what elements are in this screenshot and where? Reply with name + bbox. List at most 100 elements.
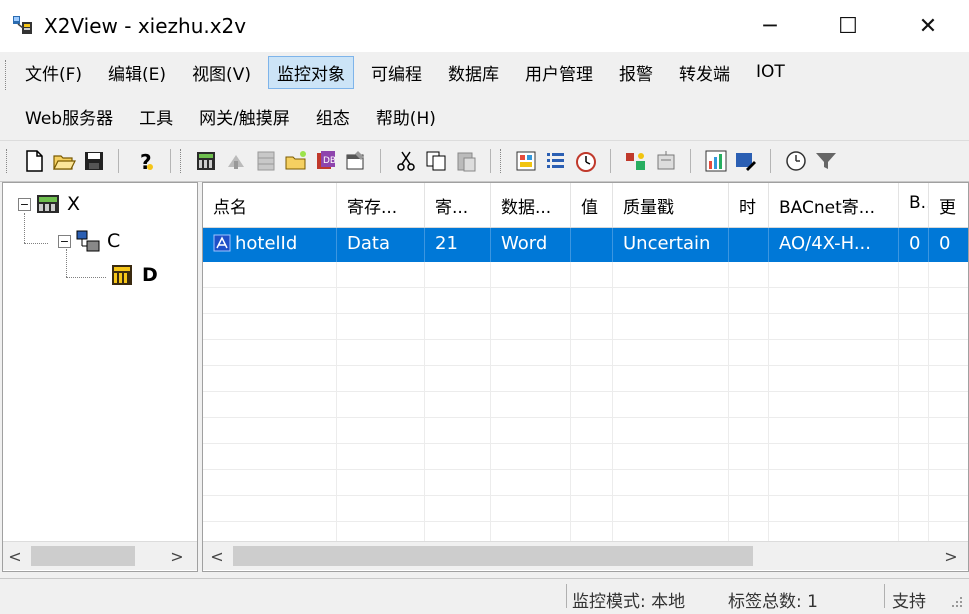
device-icon[interactable]	[194, 149, 218, 173]
empty-cell	[769, 262, 899, 287]
tree-line	[66, 277, 106, 278]
scroll-thumb[interactable]	[31, 546, 135, 566]
filter-icon[interactable]	[814, 149, 838, 173]
empty-cell	[613, 340, 729, 365]
menu-item-row2-2[interactable]: 网关/触摸屏	[190, 100, 299, 133]
table-cell[interactable]: 0	[899, 228, 929, 262]
empty-cell	[769, 288, 899, 313]
empty-cell	[337, 392, 425, 417]
empty-cell	[899, 470, 929, 495]
menu-item-row1-3[interactable]: 监控对象	[267, 55, 354, 89]
history-icon[interactable]	[784, 149, 808, 173]
new-file-icon[interactable]	[22, 149, 46, 173]
run-icon[interactable]	[224, 149, 248, 173]
column-header[interactable]: 寄...	[425, 183, 491, 227]
empty-cell	[729, 314, 769, 339]
column-header[interactable]: 点名	[203, 183, 337, 227]
menu-item-row2-0[interactable]: Web服务器	[16, 100, 122, 133]
list-icon[interactable]	[544, 149, 568, 173]
analog-output-icon	[213, 234, 231, 252]
app-icon	[13, 16, 32, 34]
menu-item-row1-7[interactable]: 报警	[610, 56, 662, 89]
toolbar-grip	[180, 149, 184, 173]
properties-icon[interactable]	[344, 149, 368, 173]
column-header[interactable]: BACnet寄...	[769, 183, 899, 227]
cut-icon[interactable]	[394, 149, 418, 173]
empty-cell	[899, 444, 929, 469]
empty-cell	[425, 470, 491, 495]
column-header[interactable]: B..	[899, 183, 929, 227]
network-icon[interactable]	[624, 149, 648, 173]
empty-cell	[203, 288, 337, 313]
maximize-button[interactable]: ☐	[818, 0, 878, 52]
copy-icon[interactable]	[424, 149, 448, 173]
paste-icon[interactable]	[454, 149, 478, 173]
table-cell[interactable]: Word	[491, 228, 571, 262]
empty-cell	[769, 340, 899, 365]
tree-hscroll[interactable]: < >	[3, 541, 197, 570]
new-folder-icon[interactable]	[284, 149, 308, 173]
table-cell[interactable]	[571, 228, 613, 262]
scroll-thumb[interactable]	[233, 546, 753, 566]
scroll-left-button[interactable]: <	[205, 542, 229, 570]
column-header[interactable]: 时	[729, 183, 769, 227]
menu-item-row2-4[interactable]: 帮助(H)	[367, 100, 445, 133]
table-cell[interactable]: 0	[929, 228, 968, 262]
tree-expander[interactable]: −	[18, 197, 31, 211]
empty-cell	[929, 314, 968, 339]
empty-cell	[337, 470, 425, 495]
menu-item-row1-5[interactable]: 数据库	[439, 56, 508, 89]
toolbar-separator	[690, 149, 691, 173]
tree-node-root[interactable]: − X	[18, 193, 80, 215]
table-cell[interactable]: AO/4X-H...	[769, 228, 899, 262]
table-cell[interactable]	[729, 228, 769, 262]
toolbar-grip	[500, 149, 504, 173]
column-header[interactable]: 寄存...	[337, 183, 425, 227]
toolbar-separator	[770, 149, 771, 173]
menu-item-row1-6[interactable]: 用户管理	[516, 56, 602, 89]
points-grid[interactable]: 点名寄存...寄...数据...值质量戳时BACnet寄...B..更 hote…	[202, 182, 969, 572]
tree-node-device[interactable]: D	[110, 263, 158, 287]
menu-item-row1-2[interactable]: 视图(V)	[183, 56, 260, 89]
menu-item-row1-0[interactable]: 文件(F)	[16, 56, 91, 89]
column-header[interactable]: 值	[571, 183, 613, 227]
table-cell[interactable]: hotelId	[203, 228, 337, 262]
db-icon[interactable]: DB	[314, 149, 338, 173]
menu-item-row1-8[interactable]: 转发端	[670, 56, 739, 89]
scroll-right-button[interactable]: >	[165, 542, 189, 570]
table-cell[interactable]: Uncertain	[613, 228, 729, 262]
save-icon[interactable]	[82, 149, 106, 173]
menu-item-row1-4[interactable]: 可编程	[362, 56, 431, 89]
column-header[interactable]: 质量戳	[613, 183, 729, 227]
close-button[interactable]: ✕	[898, 0, 958, 52]
column-header[interactable]: 更	[929, 183, 968, 227]
column-header[interactable]: 数据...	[491, 183, 571, 227]
grid-hscroll[interactable]: < >	[203, 541, 968, 570]
tree-node-channel[interactable]: − C	[58, 229, 120, 253]
empty-cell	[769, 392, 899, 417]
chart-icon[interactable]	[704, 149, 728, 173]
edit-icon[interactable]	[734, 149, 758, 173]
open-folder-icon[interactable]	[52, 149, 76, 173]
tree-pane[interactable]: − X − C D < >	[2, 182, 198, 572]
timer-icon[interactable]	[574, 149, 598, 173]
menu-item-row1-9[interactable]: IOT	[747, 58, 794, 86]
tree-expander[interactable]: −	[58, 234, 71, 248]
empty-cell	[571, 314, 613, 339]
scroll-left-button[interactable]: <	[3, 542, 27, 570]
monitor-icon[interactable]	[514, 149, 538, 173]
resize-grip-icon[interactable]	[948, 593, 964, 609]
menu-item-row2-1[interactable]: 工具	[130, 100, 182, 133]
menu-item-row1-1[interactable]: 编辑(E)	[99, 56, 175, 89]
grid-icon[interactable]	[254, 149, 278, 173]
table-cell[interactable]: Data	[337, 228, 425, 262]
help-icon[interactable]: ?	[134, 149, 158, 173]
empty-cell	[571, 418, 613, 443]
minimize-button[interactable]: ─	[740, 0, 800, 52]
scroll-right-button[interactable]: >	[939, 542, 963, 570]
table-row[interactable]: hotelId Data 21 Word Uncertain AO/4X-H... 0 0	[203, 228, 968, 262]
menu-item-row2-3[interactable]: 组态	[307, 100, 359, 133]
empty-cell	[899, 340, 929, 365]
table-cell[interactable]: 21	[425, 228, 491, 262]
report-icon[interactable]	[654, 149, 678, 173]
